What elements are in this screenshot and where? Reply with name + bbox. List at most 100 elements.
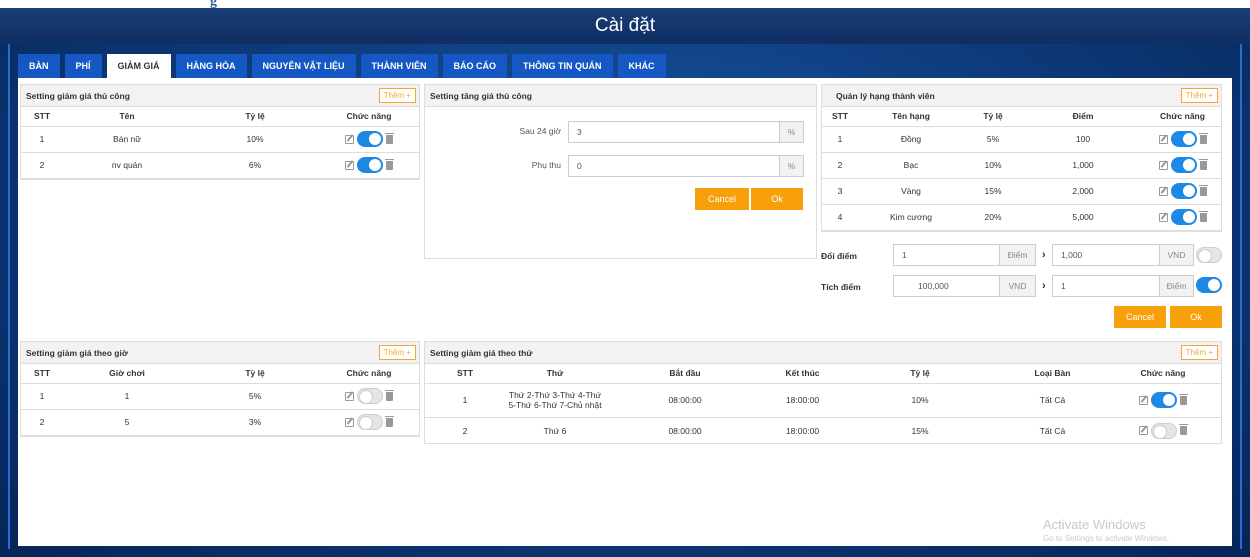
toggle-switch[interactable] (1151, 422, 1177, 439)
toggle-switch[interactable] (1170, 131, 1197, 147)
edit-icon[interactable] (1139, 426, 1148, 435)
edit-icon[interactable] (1139, 395, 1148, 405)
trash-icon[interactable] (1198, 184, 1208, 196)
weekday-discount-add-button[interactable]: Thêm + (1180, 345, 1218, 360)
edit-icon[interactable] (1158, 186, 1168, 196)
toggle-switch[interactable] (1170, 183, 1197, 199)
col-header: Tên (63, 107, 191, 127)
weekday-discount-table: STT Thứ Bắt đầu Kết thúc Tỷ lệ Loại Bàn … (425, 364, 1221, 384)
col-header: STT (822, 107, 858, 127)
after24-label: Sau 24 giờ (519, 126, 562, 136)
col-header: Tỷ lệ (964, 107, 1022, 127)
after24-field[interactable]: % (568, 121, 804, 143)
tab-7[interactable]: THÔNG TIN QUÁN (512, 54, 613, 78)
toggle-switch[interactable] (357, 131, 383, 147)
name-cell: Kim cương (858, 204, 964, 231)
trash-icon[interactable] (1179, 424, 1188, 435)
exchange-toggle[interactable] (1196, 247, 1222, 263)
exchange-vnd-field[interactable]: VND (1052, 244, 1194, 266)
col-header: Loại Bàn (1000, 364, 1105, 384)
hourly-discount-add-button[interactable]: Thêm + (378, 345, 416, 360)
after24-input[interactable] (569, 122, 803, 142)
tab-1[interactable]: PHÍ (64, 54, 102, 78)
col-header: Tỷ lệ (191, 107, 319, 127)
edit-icon[interactable] (345, 391, 354, 401)
col-header: Điểm (1022, 107, 1144, 127)
tab-bar: BÀN PHÍ GIẢM GIÁ HÀNG HÓA NGUYÊN VẬT LIỆU THÀ… (18, 54, 666, 78)
rate-cell: 10% (964, 152, 1022, 179)
rate-cell: 10% (191, 126, 319, 153)
toggle-switch[interactable] (357, 157, 383, 173)
stt-cell: 2 (21, 152, 63, 179)
tab-5[interactable]: THÀNH VIÊN (360, 54, 438, 78)
ok-button[interactable]: Ok (751, 188, 803, 210)
trash-icon[interactable] (385, 415, 394, 427)
stt-cell: 2 (425, 417, 505, 444)
accumulate-vnd-field[interactable]: VND (893, 275, 1036, 297)
stt-cell: 4 (822, 204, 858, 231)
chevron-right-icon: › (1042, 280, 1046, 292)
table-row: 1 1 5% (21, 383, 419, 410)
manual-increase-title: Setting tăng giá thủ công (430, 91, 532, 101)
exchange-points-field[interactable]: Điểm (893, 244, 1036, 266)
cancel-button[interactable]: Cancel (695, 188, 749, 210)
toggle-switch[interactable] (1170, 157, 1197, 173)
trash-icon[interactable] (385, 132, 394, 144)
tab-8[interactable]: KHÁC (617, 54, 666, 78)
table-row: 3 Vàng 15% 2,000 (822, 178, 1221, 205)
stt-cell: 1 (21, 383, 63, 410)
tab-6[interactable]: BÁO CÁO (442, 54, 508, 78)
trash-icon[interactable] (1179, 393, 1188, 405)
start-cell: 08:00:00 (605, 417, 765, 444)
surcharge-input[interactable] (569, 156, 803, 176)
edit-icon[interactable] (1158, 134, 1168, 144)
hourly-discount-panel: Setting giảm giá theo giờ Thêm + STT Giờ… (20, 341, 420, 437)
stt-cell: 1 (822, 126, 858, 153)
col-header: STT (21, 364, 63, 384)
col-header: Tên hạng (858, 107, 964, 127)
tab-0[interactable]: BÀN (18, 54, 60, 78)
accumulate-points-field[interactable]: Điểm (1052, 275, 1194, 297)
trash-icon[interactable] (1198, 132, 1208, 144)
name-cell: nv quán (63, 152, 191, 179)
toggle-switch[interactable] (357, 414, 383, 430)
table-row: 2 nv quán 6% (21, 152, 419, 179)
tab-4[interactable]: NGUYÊN VẬT LIỆU (251, 54, 356, 78)
top-strip: g (0, 0, 1250, 9)
toggle-switch[interactable] (357, 388, 383, 404)
trash-icon[interactable] (1198, 210, 1208, 222)
hours-cell: 1 (63, 383, 191, 410)
days-cell: Thứ 2-Thứ 3-Thứ 4-Thứ 5-Thứ 6-Thứ 7-Chủ … (505, 383, 605, 418)
rate-cell: 5% (964, 126, 1022, 153)
surcharge-field[interactable]: % (568, 155, 804, 177)
membership-add-button[interactable]: Thêm + (1180, 88, 1218, 103)
trash-icon[interactable] (385, 158, 394, 170)
rate-cell: 15% (840, 417, 1000, 444)
manual-discount-add-button[interactable]: Thêm + (378, 88, 416, 103)
membership-cancel-button[interactable]: Cancel (1114, 306, 1166, 328)
accumulate-toggle[interactable] (1196, 277, 1222, 293)
rate-cell: 6% (191, 152, 319, 179)
table-row: 1 Thứ 2-Thứ 3-Thứ 4-Thứ 5-Thứ 6-Thứ 7-Ch… (425, 383, 1221, 418)
table-row: 1 Bán nữ 10% (21, 126, 419, 153)
table-row: 4 Kim cương 20% 5,000 (822, 204, 1221, 231)
edit-icon[interactable] (1158, 160, 1168, 170)
table-row: 1 Đồng 5% 100 (822, 126, 1221, 153)
col-header: Bắt đầu (605, 364, 765, 384)
edit-icon[interactable] (1158, 212, 1168, 222)
col-header: Chức năng (1105, 364, 1221, 384)
name-cell: Bạc (858, 152, 964, 179)
edit-icon[interactable] (345, 160, 354, 170)
edit-icon[interactable] (345, 134, 354, 144)
trash-icon[interactable] (1198, 158, 1208, 170)
toggle-switch[interactable] (1151, 392, 1177, 409)
table-row: 2 5 3% (21, 409, 419, 436)
membership-table: STT Tên hạng Tỷ lệ Điểm Chức năng 1 Đồng 5… (822, 107, 1221, 231)
trash-icon[interactable] (385, 389, 394, 401)
tab-2[interactable]: GIẢM GIÁ (106, 54, 171, 78)
tab-3[interactable]: HÀNG HÓA (175, 54, 247, 78)
col-header: Chức năng (1144, 107, 1221, 127)
edit-icon[interactable] (345, 417, 354, 427)
membership-ok-button[interactable]: Ok (1170, 306, 1222, 328)
toggle-switch[interactable] (1170, 209, 1197, 225)
